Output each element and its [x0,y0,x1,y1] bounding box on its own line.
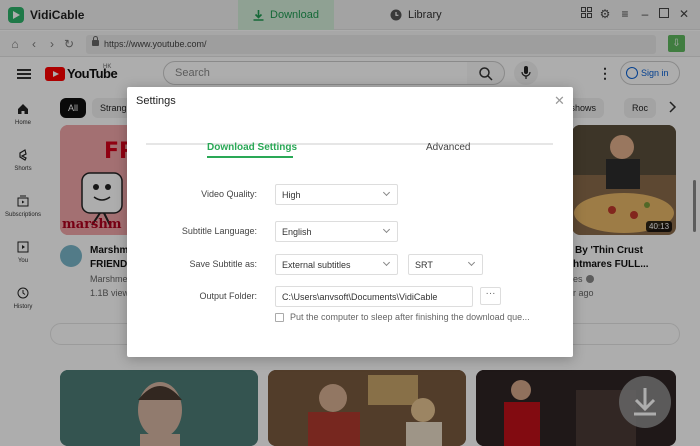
video-quality-select[interactable]: High [275,184,398,205]
subtitle-language-label: Subtitle Language: [181,226,257,236]
video-quality-value: High [282,190,301,200]
sleep-checkbox[interactable] [275,313,284,322]
subtitle-language-select[interactable]: English [275,221,398,242]
output-folder-field[interactable]: C:\Users\anvsoft\Documents\VidiCable [275,286,473,307]
save-subtitle-label: Save Subtitle as: [189,259,257,269]
browse-folder-button[interactable]: ··· [480,287,501,305]
sleep-checkbox-label[interactable]: Put the computer to sleep after finishin… [290,312,530,322]
output-folder-value: C:\Users\anvsoft\Documents\VidiCable [282,292,438,302]
chevron-down-icon [382,225,391,234]
save-subtitle-value: External subtitles [282,260,351,270]
subtitle-format-select[interactable]: SRT [408,254,483,275]
chevron-down-icon [382,188,391,197]
settings-dialog: Settings ✕ Download Settings Advanced Vi… [127,87,573,357]
video-quality-label: Video Quality: [201,189,257,199]
chevron-down-icon [467,258,476,267]
tab-download-settings[interactable]: Download Settings [207,142,297,153]
output-folder-label: Output Folder: [199,291,257,301]
subtitle-format-value: SRT [415,260,433,270]
active-tab-indicator [207,156,293,158]
chevron-down-icon [382,258,391,267]
close-dialog-icon[interactable]: ✕ [554,93,565,109]
subtitle-language-value: English [282,227,312,237]
save-subtitle-select[interactable]: External subtitles [275,254,398,275]
tab-advanced[interactable]: Advanced [426,142,470,153]
dialog-title: Settings [136,95,176,107]
